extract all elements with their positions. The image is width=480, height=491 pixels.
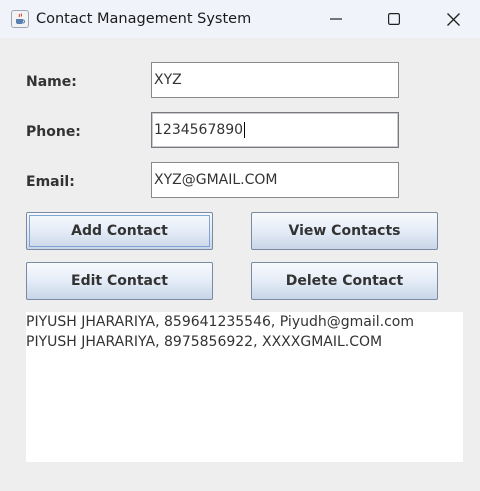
view-contacts-button[interactable]: View Contacts <box>251 212 438 250</box>
name-field[interactable]: XYZ <box>151 62 399 98</box>
edit-contact-button[interactable]: Edit Contact <box>26 262 213 300</box>
text-caret <box>244 122 246 138</box>
add-contact-button[interactable]: Add Contact <box>26 212 213 250</box>
email-label: Email: <box>26 174 75 190</box>
contact-line: PIYUSH JHARARIYA, 8975856922, XXXXGMAIL.… <box>26 334 383 350</box>
name-label: Name: <box>26 74 77 90</box>
app-window: Contact Management System Name: XYZ Phon… <box>0 0 480 491</box>
window-title: Contact Management System <box>36 11 252 27</box>
minimize-button[interactable] <box>313 0 359 38</box>
phone-label: Phone: <box>26 124 81 140</box>
java-cup-icon <box>11 10 29 28</box>
email-field-value: XYZ@GMAIL.COM <box>154 172 278 188</box>
close-button[interactable] <box>430 0 476 38</box>
phone-field[interactable]: 1234567890 <box>151 112 399 148</box>
maximize-button[interactable] <box>371 0 417 38</box>
close-icon <box>446 12 460 26</box>
phone-field-value: 1234567890 <box>154 122 244 138</box>
email-field[interactable]: XYZ@GMAIL.COM <box>151 162 399 198</box>
delete-contact-button[interactable]: Delete Contact <box>251 262 438 300</box>
maximize-icon <box>388 13 400 25</box>
minimize-icon <box>330 18 342 20</box>
contact-line: PIYUSH JHARARIYA, 859641235546, Piyudh@g… <box>26 314 414 330</box>
contacts-text-area[interactable]: PIYUSH JHARARIYA, 859641235546, Piyudh@g… <box>26 312 463 462</box>
name-field-value: XYZ <box>154 72 182 88</box>
title-bar[interactable]: Contact Management System <box>0 0 480 38</box>
